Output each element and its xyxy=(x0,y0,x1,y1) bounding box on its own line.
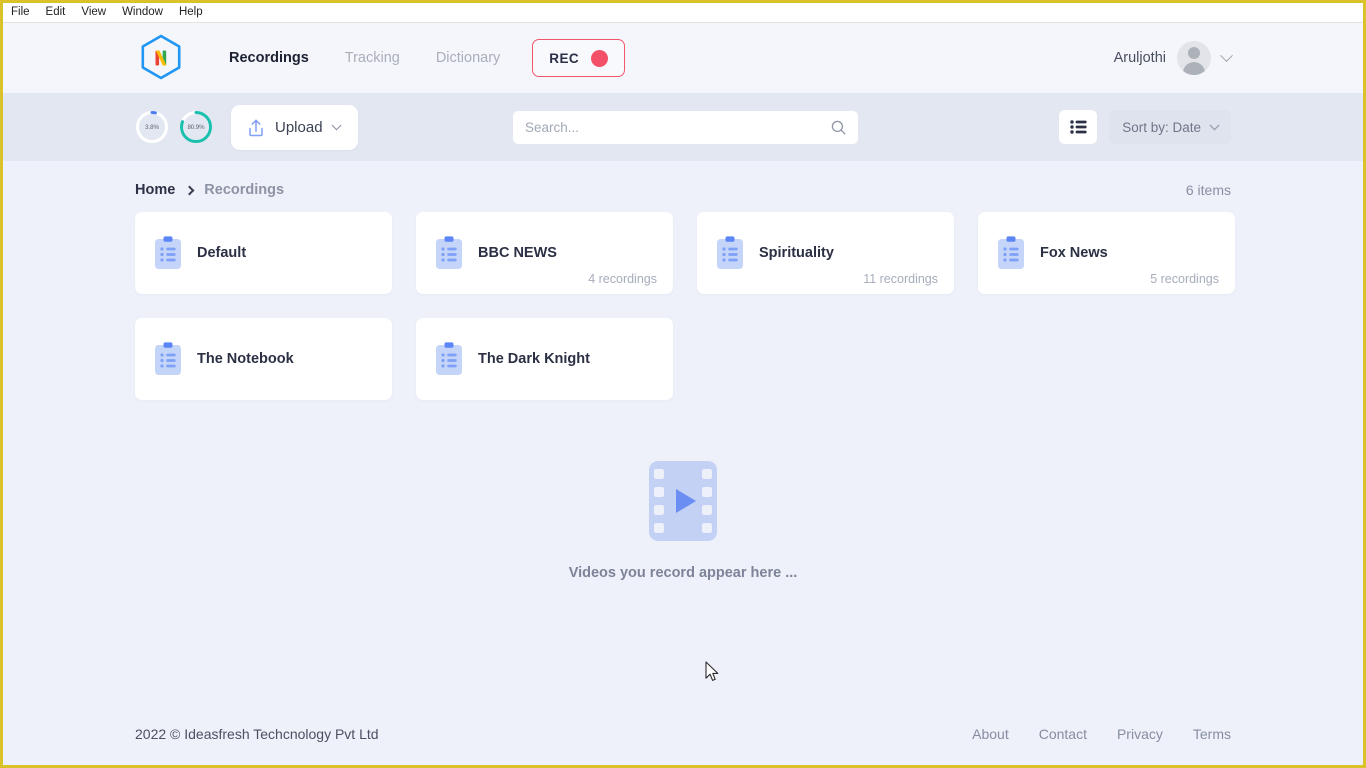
nav-link-recordings[interactable]: Recordings xyxy=(211,42,327,74)
avatar xyxy=(1177,41,1211,75)
clipboard-icon xyxy=(998,236,1024,269)
footer-link-terms[interactable]: Terms xyxy=(1193,726,1231,742)
search-box[interactable] xyxy=(513,110,858,144)
os-menu-bar: File Edit View Window Help xyxy=(3,3,1363,23)
folder-card-the-notebook[interactable]: The Notebook xyxy=(135,318,392,400)
menu-item-window[interactable]: Window xyxy=(122,6,163,19)
toolbar-actions: Sort by: Date xyxy=(1059,110,1231,144)
footer-link-about[interactable]: About xyxy=(972,726,1009,742)
nav-link-dictionary[interactable]: Dictionary xyxy=(418,42,518,74)
folder-card-fox-news[interactable]: Fox News 5 recordings xyxy=(978,212,1235,294)
folder-grid: Default BBC NEWS 4 recordings Spirituali… xyxy=(135,212,1235,400)
menu-item-view[interactable]: View xyxy=(81,6,106,19)
folder-name: Default xyxy=(197,245,247,261)
record-button[interactable]: REC xyxy=(532,39,625,77)
sort-by-label: Sort by: Date xyxy=(1122,119,1201,135)
list-view-icon xyxy=(1070,120,1087,134)
folder-recordings-count: 4 recordings xyxy=(588,272,657,286)
folder-name: The Dark Knight xyxy=(478,351,590,367)
clipboard-icon xyxy=(717,236,743,269)
folder-card-bbc-news[interactable]: BBC NEWS 4 recordings xyxy=(416,212,673,294)
clipboard-icon xyxy=(155,342,181,375)
menu-item-file[interactable]: File xyxy=(11,6,30,19)
chevron-down-icon xyxy=(1220,48,1233,62)
footer-links: About Contact Privacy Terms xyxy=(972,726,1231,742)
clipboard-icon xyxy=(436,236,462,269)
sort-by-button[interactable]: Sort by: Date xyxy=(1109,110,1231,144)
film-strip-icon xyxy=(649,461,717,541)
record-dot-icon xyxy=(591,49,608,67)
folder-name: Spirituality xyxy=(759,245,834,261)
folder-name: BBC NEWS xyxy=(478,245,557,261)
application-window: File Edit View Window Help Recordings Tr… xyxy=(0,0,1366,768)
folder-card-the-dark-knight[interactable]: The Dark Knight xyxy=(416,318,673,400)
folder-card-spirituality[interactable]: Spirituality 11 recordings xyxy=(697,212,954,294)
items-count-label: 6 items xyxy=(1185,182,1231,198)
storage-gauge-large: 80.9% xyxy=(179,110,213,144)
top-navbar: Recordings Tracking Dictionary REC Arulj… xyxy=(3,23,1363,93)
storage-gauges: 3.8% 80.9% xyxy=(135,110,213,144)
folder-card-default[interactable]: Default xyxy=(135,212,392,294)
search-icon[interactable] xyxy=(831,120,846,135)
content-toolbar: 3.8% 80.9% Upload Search... Sort by: Dat… xyxy=(3,93,1363,161)
breadcrumb: Home Recordings 6 items xyxy=(135,161,1231,209)
app-logo[interactable] xyxy=(135,32,187,84)
storage-gauge-small: 3.8% xyxy=(135,110,169,144)
clipboard-icon xyxy=(155,236,181,269)
folder-recordings-count: 11 recordings xyxy=(863,272,938,286)
record-button-label: REC xyxy=(549,50,579,66)
menu-item-edit[interactable]: Edit xyxy=(46,6,66,19)
primary-nav: Recordings Tracking Dictionary xyxy=(211,42,518,74)
breadcrumb-item-recordings[interactable]: Recordings xyxy=(204,182,284,198)
storage-gauge-small-label: 3.8% xyxy=(145,123,159,131)
storage-gauge-large-label: 80.9% xyxy=(187,123,205,131)
chevron-down-icon xyxy=(331,119,341,130)
breadcrumb-item-home[interactable]: Home xyxy=(135,182,175,198)
nav-link-tracking[interactable]: Tracking xyxy=(327,42,418,74)
chevron-down-icon xyxy=(1209,119,1220,130)
upload-button-label: Upload xyxy=(275,118,323,136)
mouse-cursor xyxy=(705,661,719,681)
search-input[interactable] xyxy=(525,119,831,135)
empty-state: Videos you record appear here ... xyxy=(3,461,1363,581)
copyright-label: 2022 © Ideasfresh Techcnology Pvt Ltd xyxy=(135,726,379,742)
upload-button[interactable]: Upload xyxy=(231,104,358,150)
hexagon-logo-icon xyxy=(141,34,181,80)
upload-icon xyxy=(249,119,263,136)
folder-name: The Notebook xyxy=(197,351,294,367)
list-view-toggle-button[interactable] xyxy=(1059,110,1098,144)
footer-link-privacy[interactable]: Privacy xyxy=(1117,726,1163,742)
chevron-right-icon xyxy=(184,185,195,195)
folder-recordings-count: 5 recordings xyxy=(1150,272,1219,286)
user-menu[interactable]: Aruljothi xyxy=(1113,41,1233,75)
page-footer: 2022 © Ideasfresh Techcnology Pvt Ltd Ab… xyxy=(3,703,1363,765)
main-content: Home Recordings 6 items Default BBC NEWS… xyxy=(3,161,1363,703)
user-name-label: Aruljothi xyxy=(1113,50,1166,66)
menu-item-help[interactable]: Help xyxy=(179,6,203,19)
clipboard-icon xyxy=(436,342,462,375)
folder-name: Fox News xyxy=(1040,245,1108,261)
empty-state-label: Videos you record appear here ... xyxy=(568,565,798,581)
footer-link-contact[interactable]: Contact xyxy=(1039,726,1087,742)
